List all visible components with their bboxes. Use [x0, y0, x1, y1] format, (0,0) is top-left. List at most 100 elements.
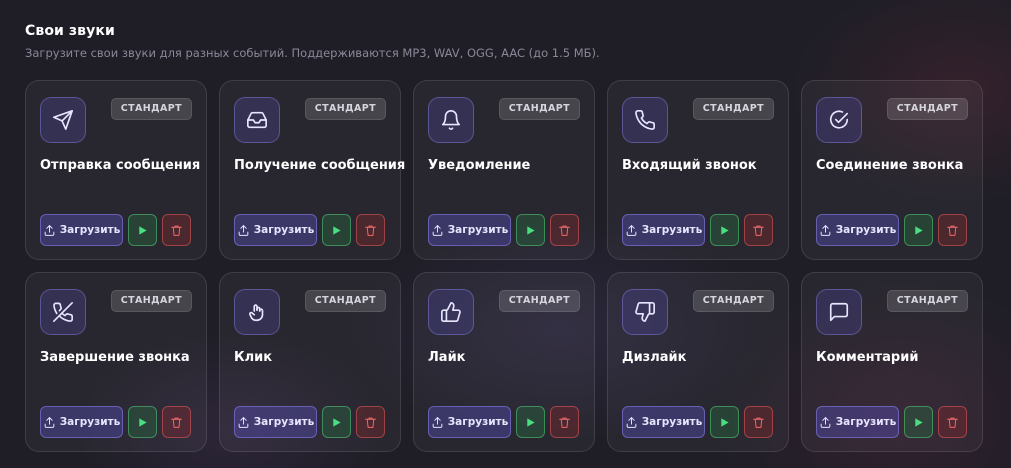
card-actions: Загрузить — [234, 406, 385, 438]
upload-icon — [238, 224, 249, 236]
play-button[interactable] — [710, 214, 739, 246]
upload-button[interactable]: Загрузить — [428, 406, 511, 438]
sound-card: СТАНДАРТ Соединение звонка Загрузить — [801, 80, 983, 260]
thumbs-down-icon — [622, 289, 668, 335]
play-button[interactable] — [710, 406, 739, 438]
send-icon — [40, 97, 86, 143]
play-icon — [139, 225, 147, 235]
card-title: Клик — [234, 350, 273, 365]
section-description: Загрузите свои звуки для разных событий.… — [25, 46, 600, 60]
upload-icon — [44, 224, 55, 236]
trash-icon — [171, 417, 182, 428]
upload-button[interactable]: Загрузить — [234, 214, 317, 246]
play-icon — [333, 225, 341, 235]
play-icon — [139, 417, 147, 427]
play-icon — [333, 417, 341, 427]
delete-button[interactable] — [356, 406, 385, 438]
trash-icon — [947, 417, 958, 428]
card-title: Соединение звонка — [816, 158, 964, 173]
play-button[interactable] — [322, 406, 351, 438]
delete-button[interactable] — [162, 406, 191, 438]
status-badge: СТАНДАРТ — [886, 98, 968, 120]
play-button[interactable] — [904, 406, 933, 438]
thumbs-up-icon — [428, 289, 474, 335]
delete-button[interactable] — [162, 214, 191, 246]
upload-button[interactable]: Загрузить — [234, 406, 317, 438]
trash-icon — [753, 225, 764, 236]
trash-icon — [559, 417, 570, 428]
status-badge: СТАНДАРТ — [692, 290, 774, 312]
play-button[interactable] — [128, 214, 157, 246]
card-title: Уведомление — [428, 158, 531, 173]
upload-label: Загрузить — [59, 416, 121, 428]
upload-label: Загрузить — [59, 224, 121, 236]
play-button[interactable] — [904, 214, 933, 246]
card-title: Входящий звонок — [622, 158, 757, 173]
upload-label: Загрузить — [253, 224, 315, 236]
phone-icon — [622, 97, 668, 143]
play-button[interactable] — [322, 214, 351, 246]
trash-icon — [559, 225, 570, 236]
sound-card: СТАНДАРТ Клик Загрузить — [219, 272, 401, 452]
upload-button[interactable]: Загрузить — [40, 214, 123, 246]
card-title: Отправка сообщения — [40, 158, 201, 173]
upload-label: Загрузить — [447, 416, 509, 428]
play-icon — [721, 225, 729, 235]
section-title: Свои звуки — [25, 23, 115, 39]
play-icon — [527, 417, 535, 427]
upload-icon — [820, 416, 831, 428]
upload-label: Загрузить — [641, 224, 703, 236]
play-icon — [721, 417, 729, 427]
delete-button[interactable] — [938, 406, 967, 438]
delete-button[interactable] — [550, 214, 579, 246]
check-circle-icon — [816, 97, 862, 143]
play-icon — [915, 225, 923, 235]
upload-button[interactable]: Загрузить — [622, 214, 705, 246]
upload-icon — [432, 416, 443, 428]
delete-button[interactable] — [356, 214, 385, 246]
play-button[interactable] — [516, 214, 545, 246]
sound-cards-grid: СТАНДАРТ Отправка сообщения Загрузить СТ… — [25, 80, 983, 452]
status-badge: СТАНДАРТ — [304, 290, 386, 312]
upload-label: Загрузить — [835, 416, 897, 428]
delete-button[interactable] — [744, 214, 773, 246]
phone-off-icon — [40, 289, 86, 335]
upload-button[interactable]: Загрузить — [40, 406, 123, 438]
card-actions: Загрузить — [622, 406, 773, 438]
inbox-icon — [234, 97, 280, 143]
sound-card: СТАНДАРТ Лайк Загрузить — [413, 272, 595, 452]
card-title: Лайк — [428, 350, 466, 365]
sound-card: СТАНДАРТ Получение сообщения Загрузить — [219, 80, 405, 260]
upload-button[interactable]: Загрузить — [816, 406, 899, 438]
sound-card: СТАНДАРТ Завершение звонка Загрузить — [25, 272, 207, 452]
status-badge: СТАНДАРТ — [498, 290, 580, 312]
mouse-pointer-icon — [234, 289, 280, 335]
play-button[interactable] — [516, 406, 545, 438]
sound-card: СТАНДАРТ Дизлайк Загрузить — [607, 272, 789, 452]
sound-card: СТАНДАРТ Комментарий Загрузить — [801, 272, 983, 452]
upload-icon — [432, 224, 443, 236]
bell-icon — [428, 97, 474, 143]
sound-card: СТАНДАРТ Входящий звонок Загрузить — [607, 80, 789, 260]
delete-button[interactable] — [550, 406, 579, 438]
card-actions: Загрузить — [622, 214, 773, 246]
status-badge: СТАНДАРТ — [886, 290, 968, 312]
trash-icon — [171, 225, 182, 236]
status-badge: СТАНДАРТ — [304, 98, 386, 120]
upload-button[interactable]: Загрузить — [622, 406, 705, 438]
delete-button[interactable] — [744, 406, 773, 438]
upload-label: Загрузить — [835, 224, 897, 236]
upload-icon — [44, 416, 55, 428]
trash-icon — [947, 225, 958, 236]
delete-button[interactable] — [938, 214, 967, 246]
card-title: Дизлайк — [622, 350, 687, 365]
card-title: Комментарий — [816, 350, 919, 365]
card-title: Завершение звонка — [40, 350, 190, 365]
card-actions: Загрузить — [40, 214, 191, 246]
upload-icon — [626, 416, 637, 428]
play-button[interactable] — [128, 406, 157, 438]
message-square-icon — [816, 289, 862, 335]
upload-button[interactable]: Загрузить — [816, 214, 899, 246]
card-actions: Загрузить — [234, 214, 385, 246]
upload-button[interactable]: Загрузить — [428, 214, 511, 246]
